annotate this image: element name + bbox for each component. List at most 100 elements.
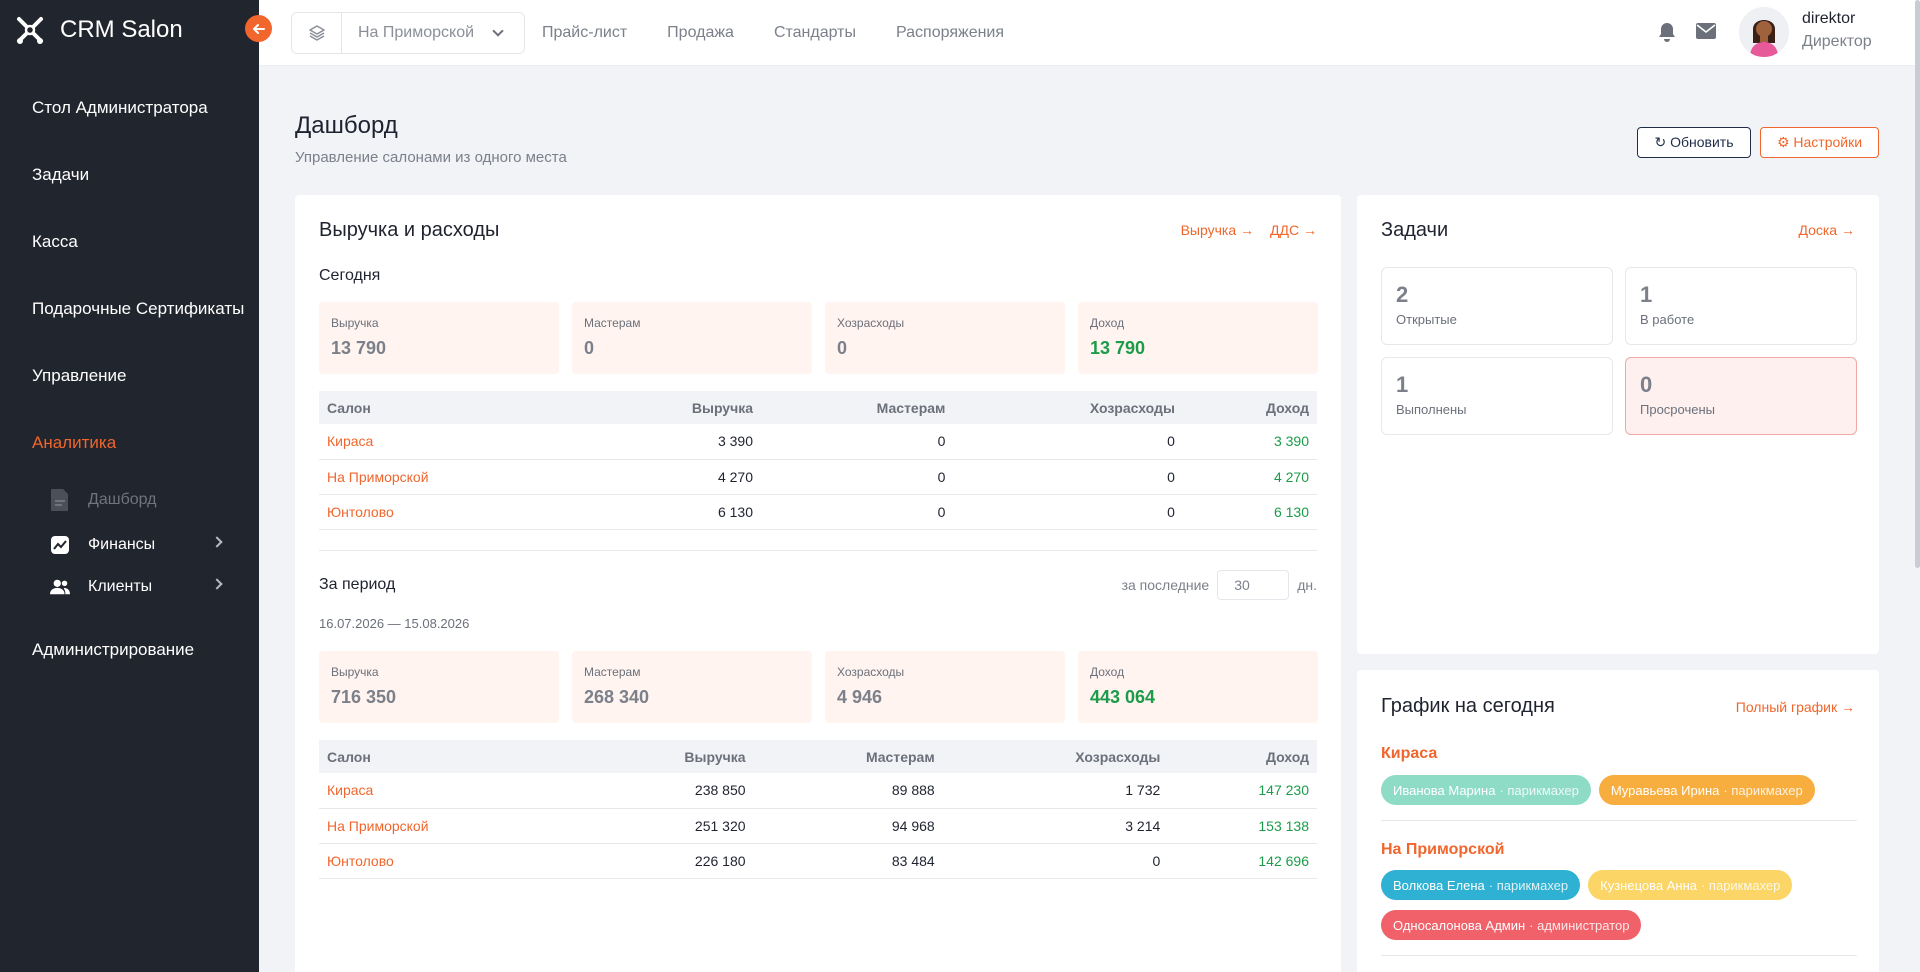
mail-icon[interactable] bbox=[1696, 23, 1716, 44]
user-role: Директор bbox=[1802, 33, 1872, 50]
staff-chip[interactable]: Волкова Елена · парикмахер bbox=[1381, 870, 1581, 900]
brand-name: CRM Salon bbox=[60, 16, 183, 43]
stat-label: Доход bbox=[1090, 316, 1125, 330]
stat-card: Мастерам 0 bbox=[572, 302, 812, 374]
stat-label: Мастерам bbox=[584, 665, 641, 679]
table-cell: 6 130 bbox=[1273, 503, 1309, 520]
table-cell: 0 bbox=[937, 433, 946, 450]
staff-role: · парикмахер bbox=[1499, 782, 1579, 798]
staff-name: Иванова Марина bbox=[1393, 782, 1496, 798]
task-label: Выполнены bbox=[1396, 402, 1467, 417]
salon-link[interactable]: Юнтолово bbox=[319, 494, 586, 529]
settings-button[interactable]: ⚙ Настройки bbox=[1760, 127, 1879, 158]
salon-link[interactable]: На Приморской bbox=[319, 808, 581, 843]
stat-card: Выручка 13 790 bbox=[319, 302, 559, 374]
task-stat-overdue[interactable]: 0 Просрочены bbox=[1625, 357, 1857, 435]
staff-role: · парикмахер bbox=[1488, 877, 1569, 893]
stat-label: Выручка bbox=[331, 316, 379, 330]
staff-chip[interactable]: Муравьева Ирина · парикмахер bbox=[1598, 775, 1815, 805]
stat-label: Выручка bbox=[331, 665, 379, 679]
table-cell: 83 484 bbox=[891, 852, 935, 869]
stat-card: Выручка 716 350 bbox=[319, 651, 559, 723]
salon-link[interactable]: На Приморской bbox=[319, 459, 586, 494]
bell-icon[interactable] bbox=[1658, 22, 1676, 47]
table-cell: 0 bbox=[937, 468, 946, 485]
chevron-down-icon bbox=[492, 25, 504, 37]
full-schedule-link[interactable]: Полный график → bbox=[1736, 699, 1855, 715]
document-icon bbox=[50, 489, 70, 511]
nav-price-list[interactable]: Прайс-лист bbox=[542, 24, 627, 42]
topbar: На Приморской Прайс-лист Продажа Стандар… bbox=[259, 0, 1920, 66]
sidebar: CRM Salon Стол Администратора Задачи Кас… bbox=[0, 0, 259, 972]
user-name[interactable]: direktor bbox=[1802, 10, 1855, 28]
cashflow-link[interactable]: ДДС → bbox=[1270, 222, 1317, 238]
staff-chips: Волкова Елена · парикмахер Кузнецова Анн… bbox=[1381, 870, 1857, 940]
sidebar-item-gift-certificates[interactable]: Подарочные Сертификаты bbox=[0, 275, 259, 342]
nav-orders[interactable]: Распоряжения bbox=[896, 24, 1004, 42]
staff-chip[interactable]: Односалонова Админ · администратор bbox=[1381, 910, 1642, 940]
table-cell: 142 696 bbox=[1258, 852, 1309, 869]
task-stat-open[interactable]: 2 Открытые bbox=[1381, 267, 1613, 345]
page-scrollbar[interactable] bbox=[1915, 0, 1920, 568]
stat-label: Доход bbox=[1090, 665, 1125, 679]
task-label: В работе bbox=[1640, 312, 1695, 327]
sidebar-subitem-dashboard[interactable]: Дашборд bbox=[0, 476, 259, 524]
layers-icon bbox=[292, 13, 342, 53]
schedule-salon-name[interactable]: Кираса bbox=[1381, 745, 1437, 763]
sidebar-item-administration[interactable]: Администрирование bbox=[0, 616, 259, 683]
nav-standards[interactable]: Стандарты bbox=[774, 24, 856, 42]
avatar[interactable] bbox=[1739, 7, 1789, 57]
salon-link[interactable]: Юнтолово bbox=[319, 843, 581, 878]
task-stat-done[interactable]: 1 Выполнены bbox=[1381, 357, 1613, 435]
today-section-title: Сегодня bbox=[319, 267, 381, 284]
sidebar-subitem-label: Дашборд bbox=[88, 491, 157, 508]
staff-name: Кузнецова Анна bbox=[1600, 877, 1697, 893]
revenue-link[interactable]: Выручка → bbox=[1181, 222, 1254, 238]
tasks-grid: 2 Открытые 1 В работе 1 Выполнены 0 Прос… bbox=[1381, 267, 1857, 435]
task-stat-in-progress[interactable]: 1 В работе bbox=[1625, 267, 1857, 345]
sidebar-item-management[interactable]: Управление bbox=[0, 342, 259, 409]
sidebar-subitem-clients[interactable]: Клиенты bbox=[0, 566, 259, 608]
sidebar-item-tasks[interactable]: Задачи bbox=[0, 141, 259, 208]
period-filter-suffix: дн. bbox=[1297, 577, 1317, 593]
column-header: Доход bbox=[1265, 748, 1309, 765]
column-header: Выручка bbox=[684, 748, 746, 765]
task-count: 2 bbox=[1396, 282, 1409, 307]
table-cell: 4 270 bbox=[1273, 468, 1309, 485]
table-cell: 238 850 bbox=[694, 782, 746, 799]
revenue-card: Выручка и расходы Выручка → ДДС → Сегодн… bbox=[295, 195, 1341, 972]
refresh-button[interactable]: ↻ Обновить bbox=[1637, 127, 1751, 158]
sidebar-item-analytics[interactable]: Аналитика bbox=[0, 409, 259, 476]
salon-select[interactable]: На Приморской bbox=[291, 12, 525, 54]
schedule-card: График на сегодня Полный график → Кираса… bbox=[1357, 670, 1879, 972]
salon-link[interactable]: Кираса bbox=[319, 424, 586, 459]
sidebar-subitem-finance[interactable]: Финансы bbox=[0, 524, 259, 566]
staff-chip[interactable]: Иванова Марина · парикмахер bbox=[1381, 775, 1591, 805]
period-stats: Выручка 716 350 Мастерам 268 340 Хозрасх… bbox=[319, 651, 1318, 723]
sidebar-item-admin-desk[interactable]: Стол Администратора bbox=[0, 74, 259, 141]
collapse-sidebar-button[interactable] bbox=[245, 15, 272, 42]
period-days-input[interactable] bbox=[1217, 570, 1290, 600]
staff-chip[interactable]: Кузнецова Анна · парикмахер bbox=[1588, 870, 1793, 900]
nav-sale[interactable]: Продажа bbox=[667, 24, 734, 42]
table-cell: 0 bbox=[1167, 503, 1175, 520]
column-header: Мастерам bbox=[865, 748, 935, 765]
app-root: CRM Salon Стол Администратора Задачи Кас… bbox=[0, 0, 1920, 972]
table-cell: 94 968 bbox=[891, 817, 935, 834]
column-header: Хозрасходы bbox=[1075, 748, 1161, 765]
column-header: Салон bbox=[327, 399, 371, 416]
table-cell: 89 888 bbox=[891, 782, 935, 799]
stat-value: 13 790 bbox=[331, 338, 387, 358]
period-filter-prefix: за последние bbox=[1121, 577, 1210, 593]
schedule-salon-name[interactable]: На Приморской bbox=[1381, 841, 1504, 859]
board-link[interactable]: Доска → bbox=[1798, 222, 1855, 238]
table-cell: 6 130 bbox=[717, 503, 754, 520]
schedule-divider bbox=[1381, 955, 1857, 956]
salon-link[interactable]: Кираса bbox=[319, 773, 581, 808]
sidebar-item-cashbox[interactable]: Касса bbox=[0, 208, 259, 275]
period-table: Салон Выручка Мастерам Хозрасходы Доход … bbox=[319, 740, 1317, 879]
stat-label: Мастерам bbox=[584, 316, 641, 330]
brand[interactable]: CRM Salon bbox=[14, 14, 183, 46]
section-divider bbox=[319, 550, 1317, 551]
table-cell: 226 180 bbox=[694, 852, 746, 869]
